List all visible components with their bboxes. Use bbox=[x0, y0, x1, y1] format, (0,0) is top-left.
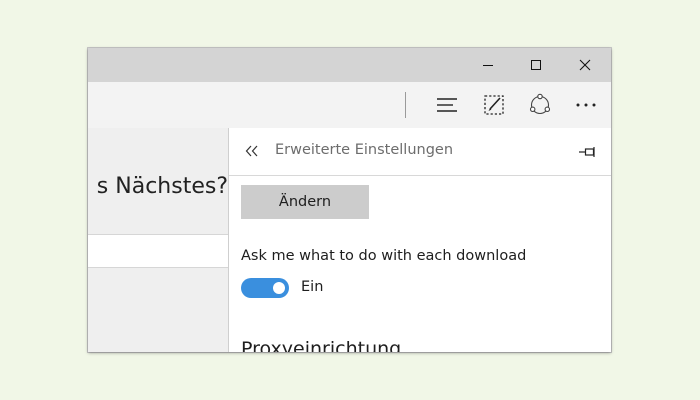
change-button[interactable]: Ändern bbox=[241, 185, 369, 219]
browser-toolbar bbox=[88, 82, 611, 128]
settings-panel: Erweiterte Einstellungen Ändern Ask me w… bbox=[228, 128, 611, 352]
hub-button[interactable] bbox=[430, 89, 464, 121]
pin-button[interactable] bbox=[577, 142, 599, 162]
maximize-button[interactable] bbox=[512, 48, 560, 82]
download-setting-label: Ask me what to do with each download bbox=[241, 248, 527, 264]
maximize-icon bbox=[531, 60, 541, 70]
toolbar-divider bbox=[405, 92, 406, 118]
pin-icon bbox=[579, 147, 595, 157]
page-search-box[interactable] bbox=[88, 234, 238, 268]
download-ask-toggle[interactable] bbox=[241, 278, 289, 298]
proxy-section-heading: Proxyeinrichtung bbox=[241, 338, 402, 352]
back-button[interactable] bbox=[241, 139, 263, 163]
hub-icon bbox=[437, 98, 457, 112]
more-icon bbox=[576, 103, 596, 107]
settings-panel-title: Erweiterte Einstellungen bbox=[275, 142, 454, 158]
web-note-icon bbox=[484, 95, 504, 115]
double-chevron-left-icon bbox=[245, 145, 258, 157]
toggle-state-label: Ein bbox=[301, 279, 324, 295]
more-button[interactable] bbox=[569, 89, 603, 121]
title-bar bbox=[88, 48, 611, 82]
minimize-icon bbox=[483, 65, 493, 66]
share-button[interactable] bbox=[523, 89, 557, 121]
share-icon bbox=[529, 93, 551, 115]
settings-panel-header: Erweiterte Einstellungen bbox=[229, 128, 611, 176]
page-heading: s Nächstes? bbox=[96, 174, 228, 199]
close-button[interactable] bbox=[561, 48, 609, 82]
close-icon bbox=[579, 59, 591, 71]
web-note-button[interactable] bbox=[477, 89, 511, 121]
minimize-button[interactable] bbox=[464, 48, 512, 82]
toggle-knob bbox=[273, 282, 285, 294]
browser-window: s Nächstes? Erweiterte Einstellungen Änd… bbox=[88, 48, 611, 352]
